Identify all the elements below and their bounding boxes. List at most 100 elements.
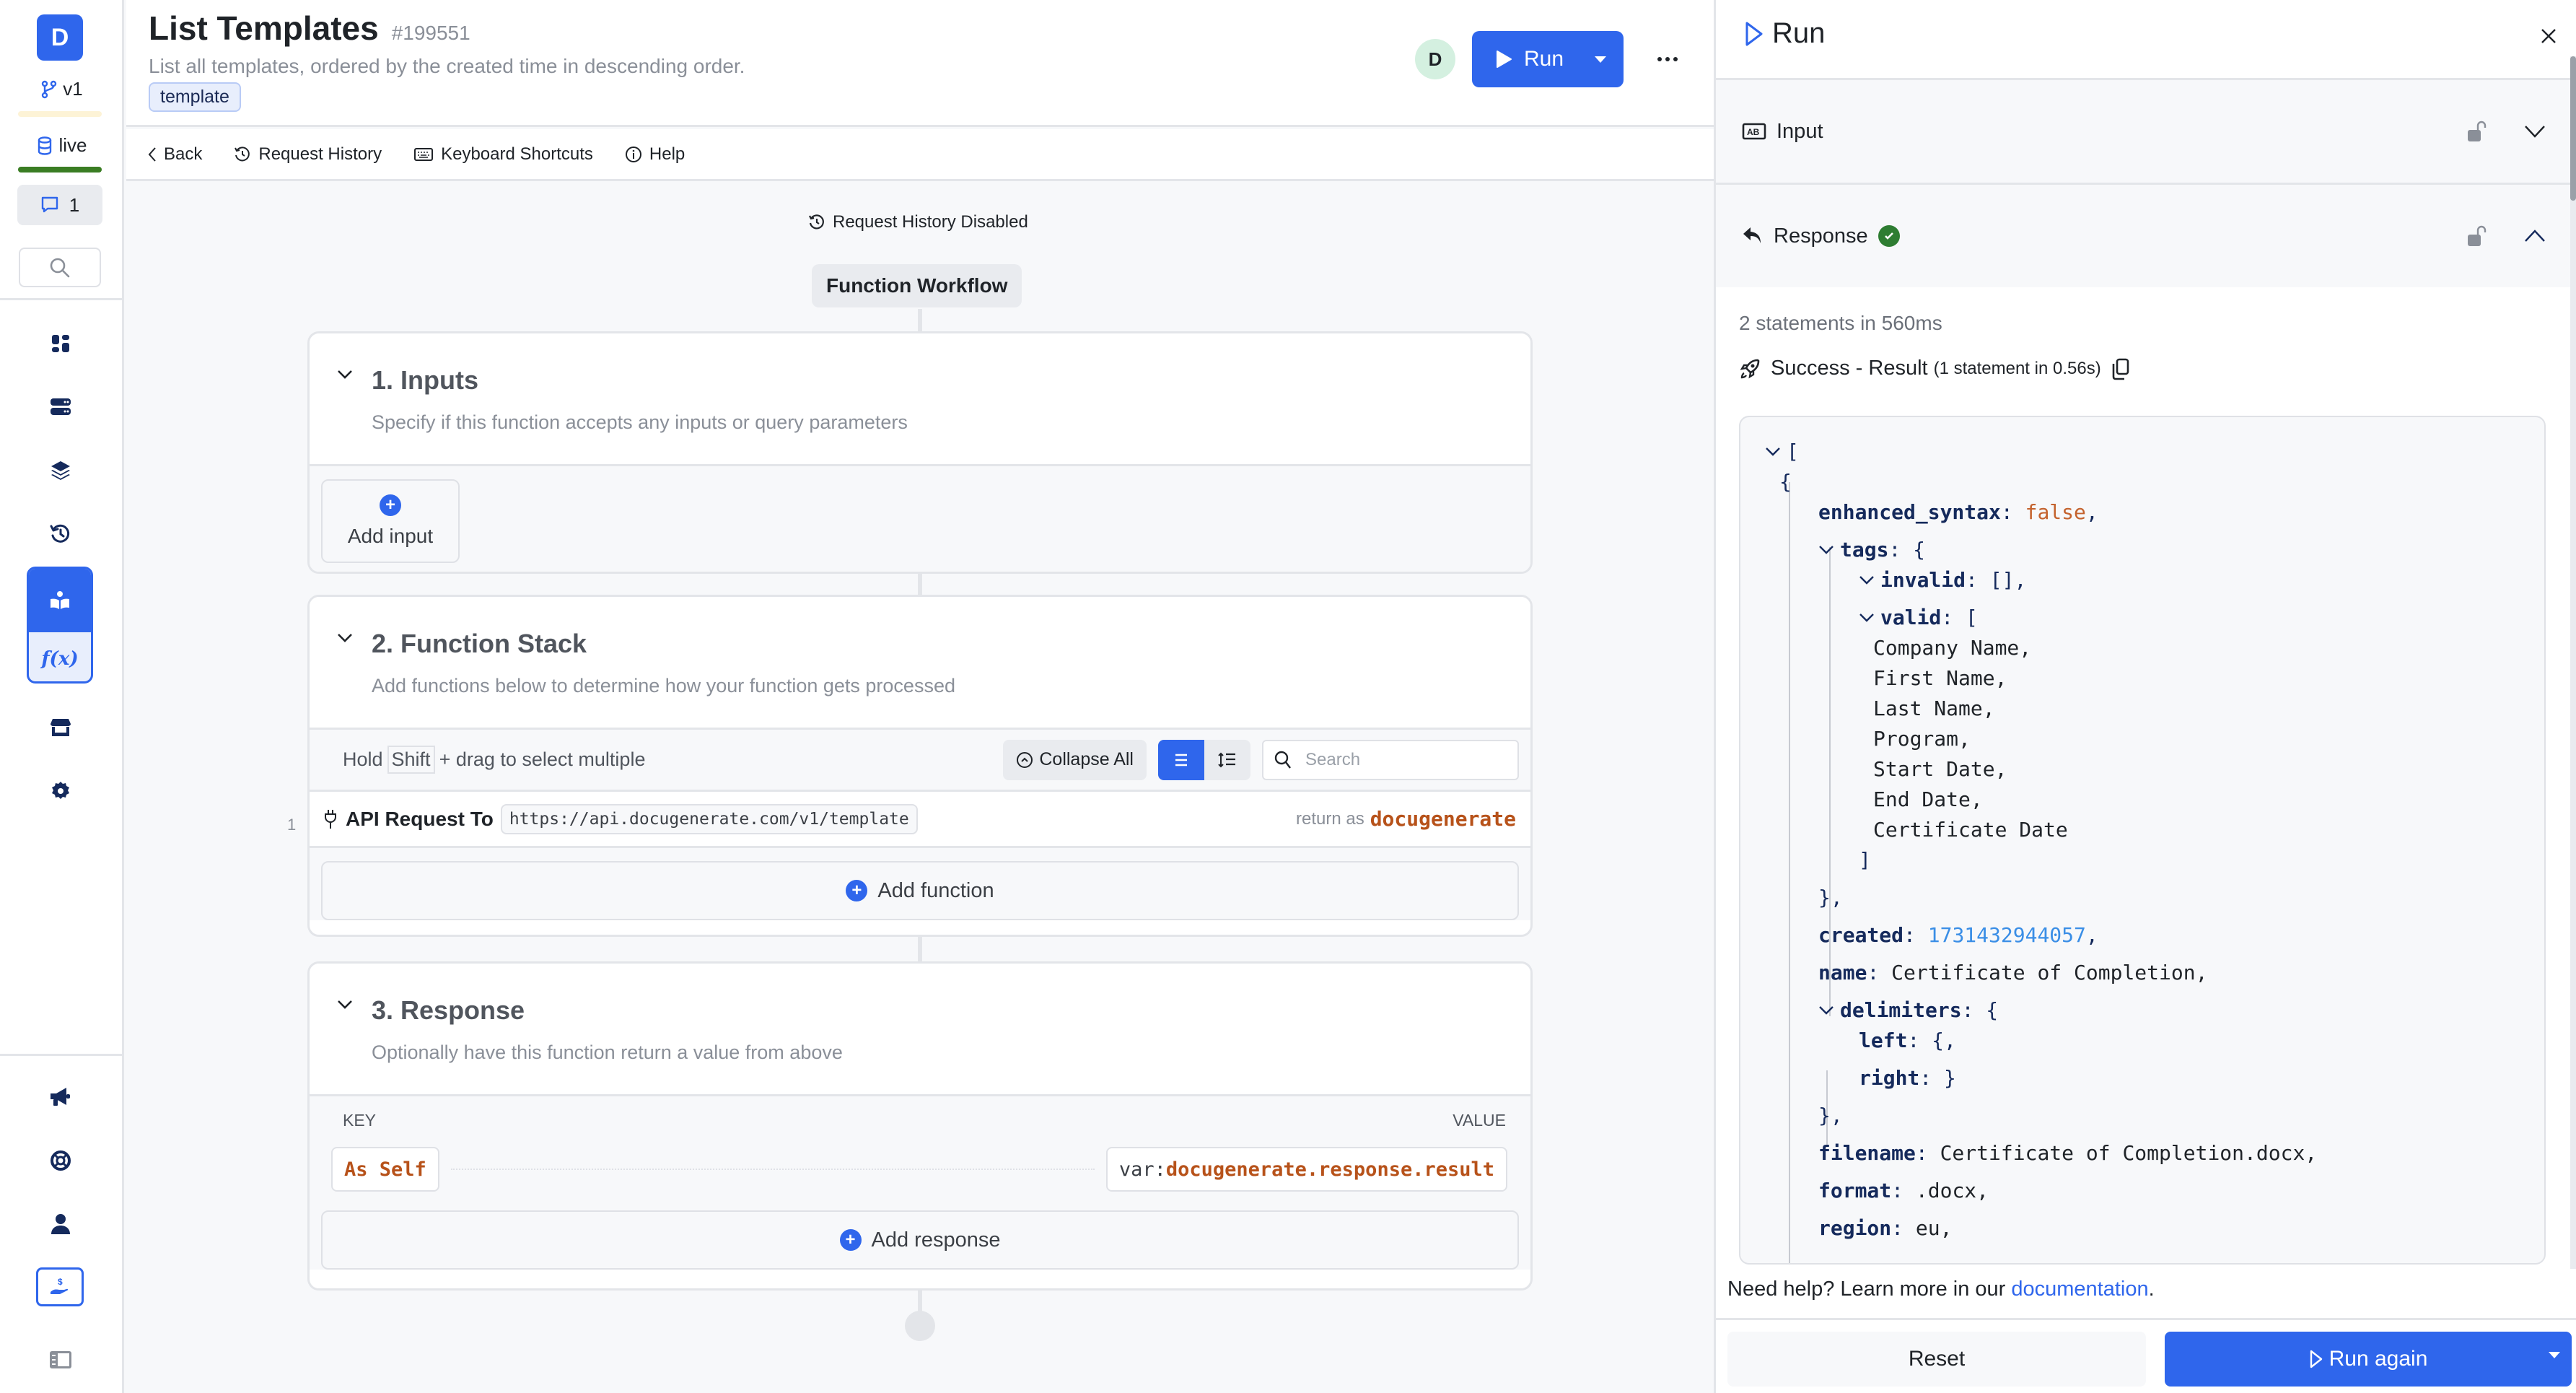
sidebar-item-functions[interactable]: f(x): [29, 632, 91, 681]
sidebar-item-billing[interactable]: $: [36, 1267, 84, 1306]
add-response-button[interactable]: + Add response: [321, 1210, 1519, 1270]
branch-indicator-bar: [18, 111, 102, 117]
json-key: left: [1859, 1029, 1908, 1052]
sidebar-search-button[interactable]: [19, 248, 101, 287]
list-icon: [1175, 754, 1187, 766]
chevron-down-icon[interactable]: [1765, 447, 1787, 457]
chevron-down-icon[interactable]: [337, 370, 353, 380]
result-label: Success - Result: [1771, 357, 1928, 380]
collapse-icon: [1017, 751, 1033, 768]
list-view-button[interactable]: [1158, 739, 1204, 780]
comments-button[interactable]: 1: [17, 185, 102, 225]
sidebar-item-database[interactable]: [40, 387, 81, 427]
json-punct: {: [1779, 470, 1792, 494]
collapse-all-button[interactable]: Collapse All: [1003, 739, 1147, 780]
sidebar-item-history[interactable]: [40, 514, 81, 554]
json-line: filename: Certificate of Completion.docx…: [1818, 1139, 2317, 1168]
run-again-button[interactable]: Run again: [2165, 1332, 2572, 1387]
execution-stats: 2 statements in 560ms: [1739, 312, 1942, 334]
response-accordion[interactable]: Response: [1716, 183, 2572, 287]
chevron-down-icon[interactable]: [1818, 545, 1840, 555]
scrollbar-thumb[interactable]: [2570, 56, 2576, 201]
more-options-button[interactable]: [1650, 45, 1686, 74]
response-key[interactable]: As Self: [331, 1147, 439, 1192]
key-column-header: KEY: [343, 1110, 377, 1130]
chevron-down-icon[interactable]: [337, 1000, 353, 1010]
function-icon: f(x): [41, 648, 79, 670]
caret-down-icon[interactable]: [1593, 55, 1608, 64]
panel-scrollbar[interactable]: [2570, 56, 2576, 1269]
workspace-avatar[interactable]: D: [37, 14, 83, 61]
run-button[interactable]: Run: [1472, 31, 1624, 87]
unlock-icon[interactable]: [2466, 120, 2487, 143]
hint-prefix: Hold: [343, 748, 383, 770]
sidebar-item-account[interactable]: [40, 1204, 81, 1244]
sidebar-item-settings[interactable]: [40, 771, 81, 811]
json-line: region: eu,: [1818, 1214, 1952, 1243]
request-history-button[interactable]: Request History: [234, 144, 382, 165]
back-button[interactable]: Back: [148, 144, 202, 165]
keyboard-shortcuts-button[interactable]: Keyboard Shortcuts: [413, 144, 593, 165]
tag-badge[interactable]: template: [149, 82, 241, 112]
inputs-card-header[interactable]: 1. Inputs Specify if this function accep…: [310, 333, 1530, 466]
page-title[interactable]: List Templates: [149, 9, 379, 48]
sidebar-item-announcements[interactable]: [40, 1077, 81, 1117]
add-input-button[interactable]: + Add input: [321, 479, 460, 563]
back-label: Back: [164, 144, 203, 164]
function-search-input[interactable]: [1305, 749, 1493, 770]
response-card-header[interactable]: 3. Response Optionally have this functio…: [310, 964, 1530, 1096]
caret-down-icon[interactable]: [2547, 1350, 2562, 1359]
sidebar-item-dashboard[interactable]: [40, 323, 81, 364]
close-panel-button[interactable]: [2534, 22, 2563, 51]
sidebar-item-library[interactable]: [29, 569, 91, 632]
sidebar-divider: [0, 298, 124, 300]
json-line: invalid: [],: [1859, 566, 2026, 595]
input-accordion[interactable]: AB Input: [1716, 78, 2572, 183]
sidebar-item-support[interactable]: [40, 1140, 81, 1181]
environment-selector[interactable]: live: [0, 134, 124, 157]
function-row[interactable]: API Request To https://api.docugenerate.…: [310, 792, 1530, 848]
sidebar-toggle-button[interactable]: [40, 1340, 81, 1380]
response-body: KEY VALUE As Self var: docugenerate.resp…: [310, 1096, 1530, 1270]
add-input-label: Add input: [347, 525, 434, 547]
copy-icon[interactable]: [2111, 357, 2130, 380]
json-viewer[interactable]: [ { enhanced_syntax: false, tags: { inva…: [1739, 416, 2546, 1265]
sidebar-item-layers[interactable]: [40, 450, 81, 491]
run-button-label: Run: [1524, 47, 1564, 71]
json-key: tags: [1840, 538, 1889, 562]
chevron-down-icon[interactable]: [1818, 1005, 1840, 1016]
branch-selector[interactable]: v1: [0, 78, 124, 100]
json-key: valid: [1880, 606, 1942, 629]
return-variable[interactable]: docugenerate: [1370, 807, 1516, 831]
inputs-card: 1. Inputs Specify if this function accep…: [307, 331, 1533, 574]
json-value: 1731432944057: [1927, 923, 2086, 947]
add-function-button[interactable]: + Add function: [321, 861, 1519, 920]
unlock-icon[interactable]: [2466, 224, 2487, 248]
user-avatar[interactable]: D: [1415, 39, 1455, 79]
response-title: 3. Response: [372, 995, 525, 1025]
function-stack-body: Hold Shift + drag to select multiple Col…: [310, 730, 1530, 920]
chevron-up-icon[interactable]: [2524, 230, 2546, 243]
help-label: Help: [649, 144, 685, 164]
chevron-down-icon[interactable]: [1859, 575, 1880, 585]
response-value[interactable]: var: docugenerate.response.result: [1105, 1147, 1507, 1192]
run-again-label: Run again: [2329, 1347, 2428, 1371]
json-indent-guide: [1789, 482, 1790, 1263]
sidebar-item-marketplace[interactable]: [40, 707, 81, 748]
help-text-label: Need help? Learn more in our: [1727, 1278, 2006, 1301]
function-line-number: 1: [287, 816, 297, 834]
documentation-link[interactable]: documentation: [2011, 1278, 2148, 1301]
chevron-down-icon[interactable]: [2524, 125, 2546, 138]
reset-button[interactable]: Reset: [1727, 1332, 2146, 1387]
help-button[interactable]: Help: [625, 144, 685, 165]
detailed-view-button[interactable]: [1204, 740, 1250, 780]
function-stack-card-header[interactable]: 2. Function Stack Add functions below to…: [310, 597, 1530, 730]
ellipsis-icon: [1657, 57, 1678, 61]
chevron-down-icon[interactable]: [337, 633, 353, 643]
json-value: eu,: [1915, 1216, 1953, 1240]
page-description[interactable]: List all templates, ordered by the creat…: [149, 55, 745, 78]
json-line: created: 1731432944057,: [1818, 921, 2098, 950]
chevron-down-icon[interactable]: [1859, 613, 1880, 623]
search-icon: [1274, 751, 1291, 769]
function-search[interactable]: [1262, 739, 1519, 780]
